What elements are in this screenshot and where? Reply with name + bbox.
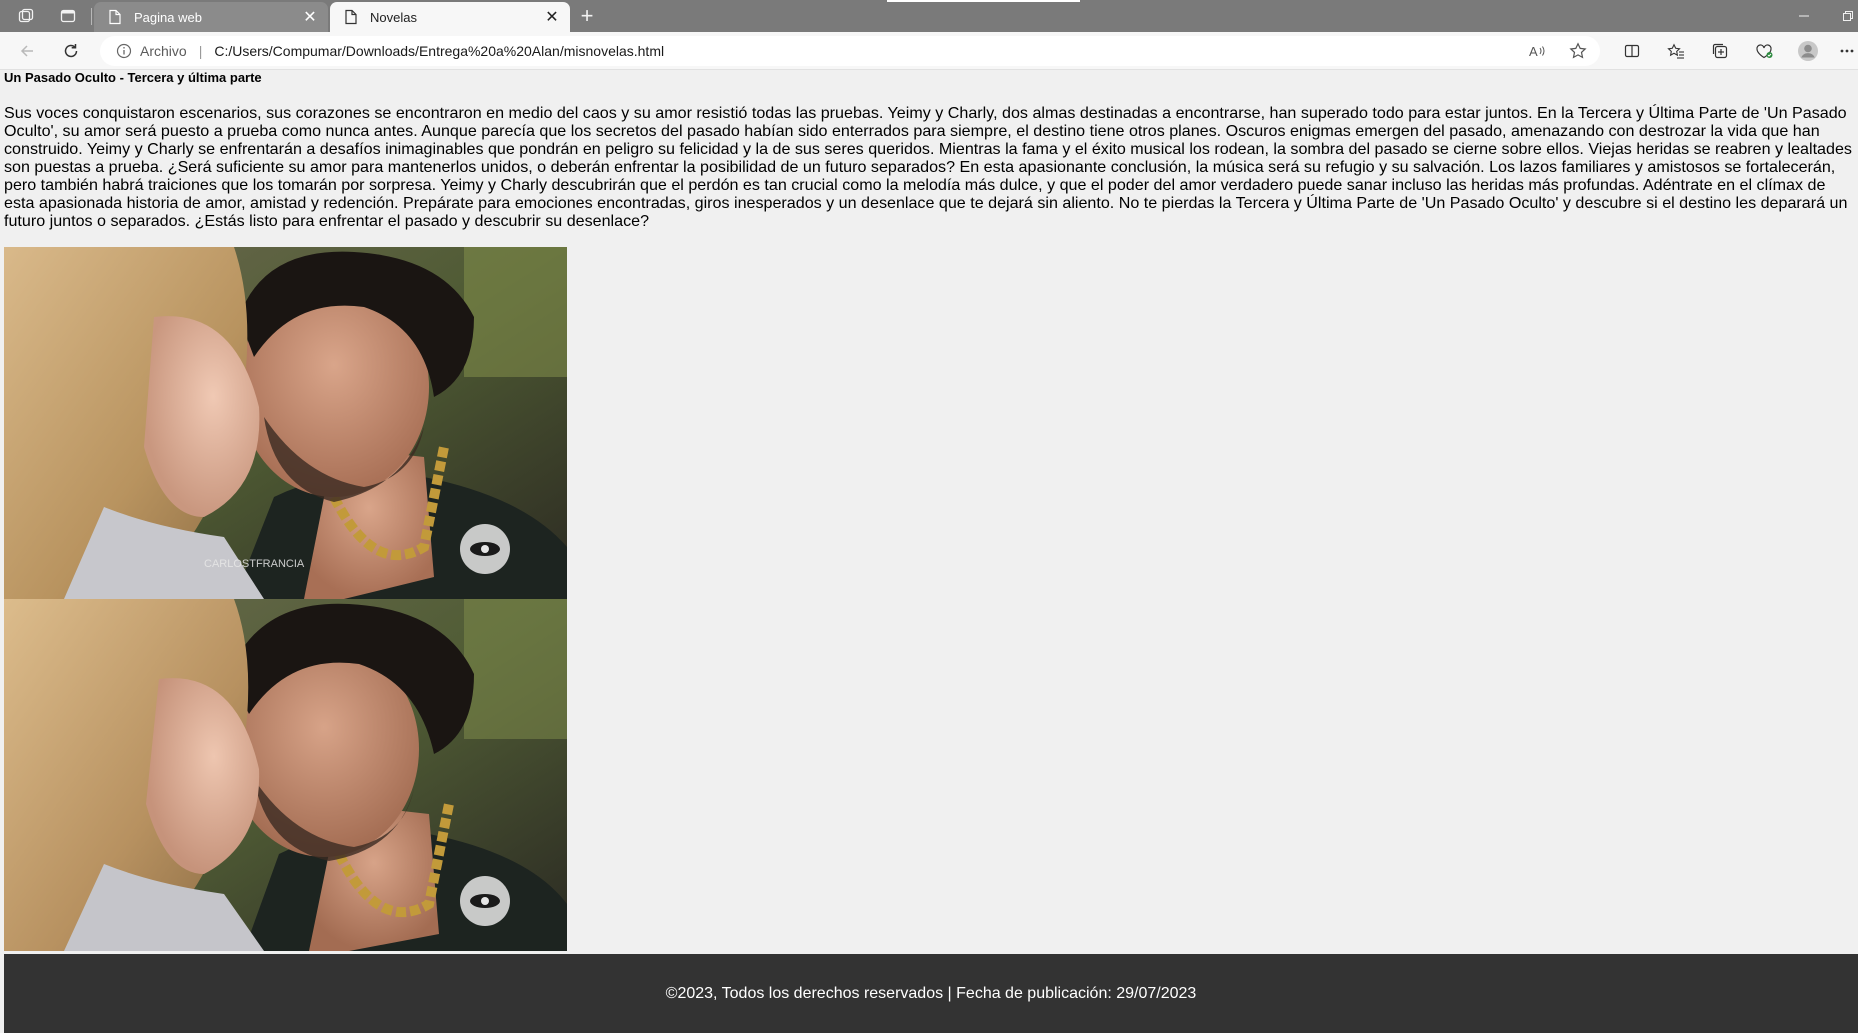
photo-couple-1: CARLOSTFRANCIA bbox=[4, 247, 567, 599]
more-icon[interactable] bbox=[1836, 36, 1858, 66]
restore-icon[interactable] bbox=[1830, 0, 1858, 32]
favorites-icon[interactable] bbox=[1660, 36, 1692, 66]
tab-novelas[interactable]: Novelas ✕ bbox=[330, 2, 570, 32]
close-tab-icon[interactable]: ✕ bbox=[540, 7, 564, 27]
back-icon[interactable] bbox=[12, 36, 42, 66]
minimize-icon[interactable] bbox=[1786, 0, 1822, 32]
novel-description: Sus voces conquistaron escenarios, sus c… bbox=[4, 104, 1852, 230]
tab-pagina-web[interactable]: Pagina web ✕ bbox=[94, 2, 328, 32]
tab-title: Novelas bbox=[370, 9, 417, 25]
info-icon[interactable] bbox=[116, 43, 132, 59]
page-footer: ©2023, Todos los derechos reservados | F… bbox=[4, 954, 1858, 1033]
tab-actions-icon[interactable] bbox=[50, 0, 86, 32]
url-text[interactable]: C:/Users/Compumar/Downloads/Entrega%20a%… bbox=[214, 43, 664, 59]
scheme-separator: | bbox=[198, 43, 203, 59]
workspaces-icon[interactable] bbox=[8, 0, 44, 32]
caracol-logo-icon bbox=[460, 876, 510, 926]
tab-separator bbox=[91, 8, 92, 25]
collections-icon[interactable] bbox=[1704, 36, 1736, 66]
new-tab-button[interactable]: + bbox=[572, 0, 602, 32]
photo-couple-2 bbox=[4, 599, 567, 951]
read-aloud-icon[interactable]: A bbox=[1522, 36, 1554, 66]
browser-toolbar: Archivo | C:/Users/Compumar/Downloads/En… bbox=[0, 32, 1858, 70]
watermark: CARLOSTFRANCIA bbox=[204, 558, 305, 570]
scheme-label: Archivo bbox=[140, 43, 187, 59]
footer-text: ©2023, Todos los derechos reservados | F… bbox=[665, 984, 1197, 1002]
address-bar[interactable]: Archivo | C:/Users/Compumar/Downloads/En… bbox=[100, 36, 1600, 66]
extensions-icon[interactable] bbox=[1748, 36, 1780, 66]
close-tab-icon[interactable]: ✕ bbox=[298, 7, 322, 27]
refresh-icon[interactable] bbox=[56, 36, 86, 66]
favorite-star-icon[interactable] bbox=[1562, 36, 1594, 66]
page-title: Un Pasado Oculto - Tercera y última part… bbox=[4, 70, 262, 85]
tab-bar: Pagina web ✕ Novelas ✕ + bbox=[0, 0, 1858, 32]
split-screen-icon[interactable] bbox=[1616, 36, 1648, 66]
page-icon bbox=[108, 9, 122, 25]
caracol-logo-icon bbox=[460, 524, 510, 574]
profile-avatar-icon[interactable] bbox=[1792, 36, 1824, 66]
tab-title: Pagina web bbox=[134, 9, 202, 25]
page-icon bbox=[344, 9, 358, 25]
svg-text:A: A bbox=[1529, 44, 1538, 59]
web-page: Un Pasado Oculto - Tercera y última part… bbox=[0, 70, 1858, 1033]
window-drag-indicator bbox=[887, 0, 1080, 2]
